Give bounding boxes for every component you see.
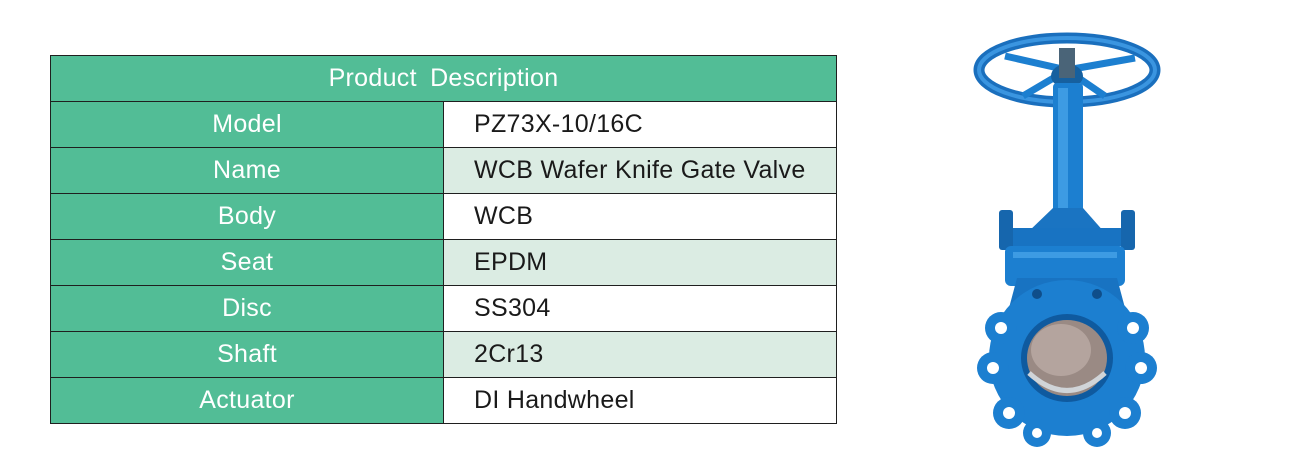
table-row-disc: Disc SS304: [50, 285, 837, 332]
table-title: Product Description: [50, 55, 837, 102]
table-header-row: Product Description: [50, 55, 837, 102]
product-description-table: Product Description Model PZ73X-10/16C N…: [50, 55, 837, 424]
row-value: WCB Wafer Knife Gate Valve: [443, 147, 837, 194]
table-row-model: Model PZ73X-10/16C: [50, 101, 837, 148]
table-row-actuator: Actuator DI Handwheel: [50, 377, 837, 424]
table-row-name: Name WCB Wafer Knife Gate Valve: [50, 147, 837, 194]
row-value: EPDM: [443, 239, 837, 286]
table-row-shaft: Shaft 2Cr13: [50, 331, 837, 378]
row-value: SS304: [443, 285, 837, 332]
row-label: Body: [50, 193, 444, 240]
row-label: Name: [50, 147, 444, 194]
row-value: 2Cr13: [443, 331, 837, 378]
row-label: Shaft: [50, 331, 444, 378]
row-value: WCB: [443, 193, 837, 240]
table-row-seat: Seat EPDM: [50, 239, 837, 286]
row-value: DI Handwheel: [443, 377, 837, 424]
row-label: Model: [50, 101, 444, 148]
row-label: Disc: [50, 285, 444, 332]
table-row-body: Body WCB: [50, 193, 837, 240]
knife-gate-valve-image: [973, 32, 1161, 447]
row-label: Seat: [50, 239, 444, 286]
row-value: PZ73X-10/16C: [443, 101, 837, 148]
row-label: Actuator: [50, 377, 444, 424]
valve-disc: [1021, 314, 1113, 402]
